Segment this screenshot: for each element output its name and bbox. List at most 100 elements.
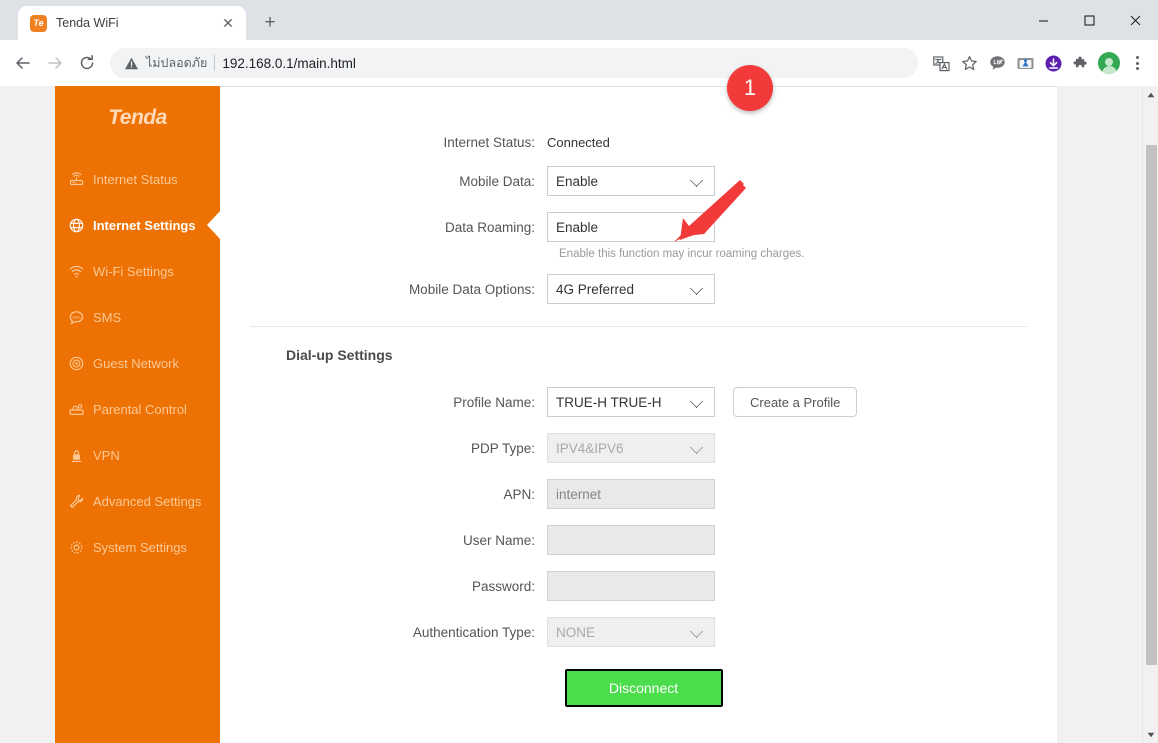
sidebar-nav: Internet Status Internet Settings Wi-Fi …	[55, 156, 221, 570]
more-menu-icon[interactable]	[1124, 50, 1150, 76]
row-auth-type: Authentication Type: NONE	[220, 617, 1057, 647]
annotation-arrow-icon	[674, 180, 746, 242]
auth-type-select: NONE	[547, 617, 715, 647]
favicon-text: Te	[33, 17, 44, 28]
browser-titlebar: Te Tenda WiFi ✕ +	[0, 0, 1158, 40]
row-data-roaming: Data Roaming: Enable	[220, 212, 1057, 242]
mobile-data-options-select[interactable]: 4G Preferred	[547, 274, 715, 304]
app-shortcut-icon[interactable]	[1012, 50, 1038, 76]
apn-input	[547, 479, 715, 509]
row-password: Password:	[220, 571, 1057, 601]
mobile-data-options-label: Mobile Data Options:	[408, 281, 535, 297]
omnibox-separator	[214, 55, 216, 71]
forward-arrow-icon[interactable]	[40, 48, 70, 78]
data-roaming-label: Data Roaming:	[444, 219, 535, 235]
sidebar-item-label: Guest Network	[93, 355, 179, 371]
new-tab-button[interactable]: +	[256, 8, 284, 36]
password-input	[547, 571, 715, 601]
annotation-step-badge: 1	[727, 65, 773, 111]
minimize-icon[interactable]	[1020, 0, 1066, 40]
sidebar-item-advanced-settings[interactable]: Advanced Settings	[55, 478, 220, 524]
url-text: 192.168.0.1/main.html	[222, 55, 356, 71]
create-profile-button[interactable]: Create a Profile	[733, 387, 858, 417]
row-user-name: User Name:	[220, 525, 1057, 555]
router-icon	[68, 171, 84, 187]
browser-tab[interactable]: Te Tenda WiFi ✕	[18, 6, 246, 40]
scrollbar-thumb[interactable]	[1146, 145, 1157, 665]
sidebar-item-label: Parental Control	[93, 401, 187, 417]
scroll-up-arrow-icon[interactable]	[1143, 86, 1158, 103]
internet-status-value: Connected	[547, 135, 610, 150]
line-chat-icon[interactable]	[984, 50, 1010, 76]
row-mobile-data-options: Mobile Data Options: 4G Preferred	[220, 274, 1057, 304]
row-pdp-type: PDP Type: IPV4&IPV6	[220, 433, 1057, 463]
profile-name-select[interactable]: TRUE-H TRUE-H	[547, 387, 715, 417]
user-name-input	[547, 525, 715, 555]
download-icon[interactable]	[1040, 50, 1066, 76]
sidebar-item-internet-settings[interactable]: Internet Settings	[55, 202, 221, 248]
active-indicator-notch	[207, 210, 221, 240]
sidebar-item-sms[interactable]: SMS SMS	[55, 294, 220, 340]
maximize-icon[interactable]	[1066, 0, 1112, 40]
router-admin-page: Tenda Internet Status Internet Settings	[0, 86, 1142, 743]
section-divider	[250, 326, 1027, 327]
window-controls	[1020, 0, 1158, 40]
svg-text:SMS: SMS	[72, 314, 81, 319]
row-apn: APN:	[220, 479, 1057, 509]
browser-toolbar: ไม่ปลอดภัย 192.168.0.1/main.html	[0, 40, 1158, 86]
tab-close-icon[interactable]: ✕	[218, 13, 238, 33]
wifi-icon	[68, 263, 84, 279]
guest-network-icon	[68, 355, 84, 371]
internet-settings-form: Internet Status: Connected Mobile Data: …	[220, 87, 1057, 707]
data-roaming-hint: Enable this function may incur roaming c…	[559, 248, 805, 260]
back-arrow-icon[interactable]	[8, 48, 38, 78]
extensions-puzzle-icon[interactable]	[1068, 50, 1094, 76]
vpn-lock-icon	[68, 447, 84, 463]
sidebar-item-vpn[interactable]: VPN	[55, 432, 220, 478]
security-status-text: ไม่ปลอดภัย	[146, 56, 208, 70]
wrench-icon	[68, 493, 84, 509]
tab-title: Tenda WiFi	[56, 16, 119, 30]
profile-name-label: Profile Name:	[453, 394, 535, 410]
vertical-scrollbar[interactable]	[1142, 86, 1158, 743]
sidebar-item-wifi-settings[interactable]: Wi-Fi Settings	[55, 248, 220, 294]
translate-icon[interactable]	[928, 50, 954, 76]
address-bar[interactable]: ไม่ปลอดภัย 192.168.0.1/main.html	[110, 48, 918, 78]
auth-type-label: Authentication Type:	[412, 624, 535, 640]
sidebar-item-parental-control[interactable]: Parental Control	[55, 386, 220, 432]
sidebar-item-label: Advanced Settings	[93, 493, 202, 509]
sidebar-item-system-settings[interactable]: System Settings	[55, 524, 220, 570]
bookmark-star-icon[interactable]	[956, 50, 982, 76]
mobile-data-label: Mobile Data:	[459, 173, 535, 189]
globe-icon	[68, 217, 84, 233]
dialup-section-title: Dial-up Settings	[286, 347, 393, 363]
sidebar-item-label: SMS	[93, 309, 122, 325]
browser-window: Te Tenda WiFi ✕ + ไม่ปลอดภัย 192.168.0.1…	[0, 0, 1158, 743]
profile-avatar[interactable]	[1096, 50, 1122, 76]
page-viewport: Tenda Internet Status Internet Settings	[0, 86, 1158, 743]
sidebar-item-label: Internet Status	[93, 171, 178, 187]
tenda-favicon-icon: Te	[30, 14, 47, 32]
sidebar-item-guest-network[interactable]: Guest Network	[55, 340, 220, 386]
sidebar: Tenda Internet Status Internet Settings	[55, 86, 221, 743]
main-content: Internet Status: Connected Mobile Data: …	[220, 86, 1057, 743]
gear-icon	[68, 539, 84, 555]
sidebar-item-internet-status[interactable]: Internet Status	[55, 156, 220, 202]
password-label: Password:	[471, 578, 535, 594]
close-icon[interactable]	[1112, 0, 1158, 40]
message-icon: SMS	[68, 309, 84, 325]
reload-icon[interactable]	[72, 48, 102, 78]
sidebar-item-label: VPN	[93, 447, 120, 463]
tenda-logo: Tenda	[108, 106, 167, 129]
pdp-type-label: PDP Type:	[470, 440, 535, 456]
warning-triangle-icon	[125, 57, 138, 69]
submit-row: Disconnect	[220, 669, 1057, 707]
disconnect-button[interactable]: Disconnect	[564, 669, 723, 707]
internet-status-label: Internet Status:	[443, 135, 535, 150]
pdp-type-select: IPV4&IPV6	[547, 433, 715, 463]
sidebar-item-label: Internet Settings	[93, 217, 196, 233]
row-profile-name: Profile Name: TRUE-H TRUE-H Create a Pro…	[220, 387, 1057, 417]
row-internet-status: Internet Status: Connected	[220, 135, 1057, 150]
sidebar-item-label: Wi-Fi Settings	[93, 263, 174, 279]
scroll-down-arrow-icon[interactable]	[1143, 726, 1158, 743]
